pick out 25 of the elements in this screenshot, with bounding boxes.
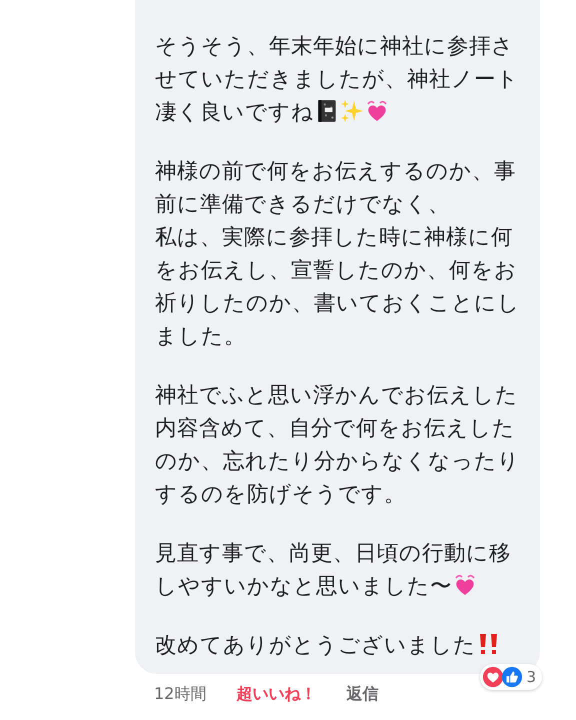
comment-text: 凄く良いですね xyxy=(155,100,314,125)
heart-icon xyxy=(365,99,389,123)
comment-text: のか、忘れたり分からなくなったり xyxy=(155,449,520,474)
heart-icon xyxy=(453,573,477,597)
comment-text: 前に準備できるだけでなく、 xyxy=(155,192,450,217)
comment-text: するのを防げそうです。 xyxy=(155,482,406,507)
reply-link[interactable]: 返信 xyxy=(346,684,378,705)
comment-text: せていただきましたが、神社ノート xyxy=(155,67,519,92)
reaction-count: 3 xyxy=(526,668,536,686)
comment-text: 改めてありがとうございました xyxy=(155,633,476,658)
comment-text: そうそう、年末年始に神社に参拝さ xyxy=(155,34,514,59)
comment-text: 私は、実際に参拝した時に神様に何 xyxy=(155,225,513,250)
comment-text: 神様の前で何をお伝えするのか、事 xyxy=(155,159,516,184)
timestamp: 12時間 xyxy=(154,684,206,705)
comment-text: 神社でふと思い浮かんでお伝えした xyxy=(155,383,518,408)
sparkles-icon xyxy=(340,99,364,123)
comment-text: ました。 xyxy=(155,324,246,349)
reaction-badge[interactable]: 3 xyxy=(480,664,542,690)
love-reaction-link[interactable]: 超いいね！ xyxy=(236,684,316,705)
comment-text: 内容含めて、自分で何をお伝えした xyxy=(155,416,515,441)
comment-text: しやすいかなと思いました〜 xyxy=(155,574,452,599)
comment-text: 祈りしたのか、書いておくことにし xyxy=(155,291,520,316)
thumbs-up-icon xyxy=(501,666,524,688)
comment-text: をお伝えし、宣誓したのか、何をお xyxy=(155,258,517,283)
comment-text: 見直す事で、尚更、日頃の行動に移 xyxy=(155,541,511,566)
